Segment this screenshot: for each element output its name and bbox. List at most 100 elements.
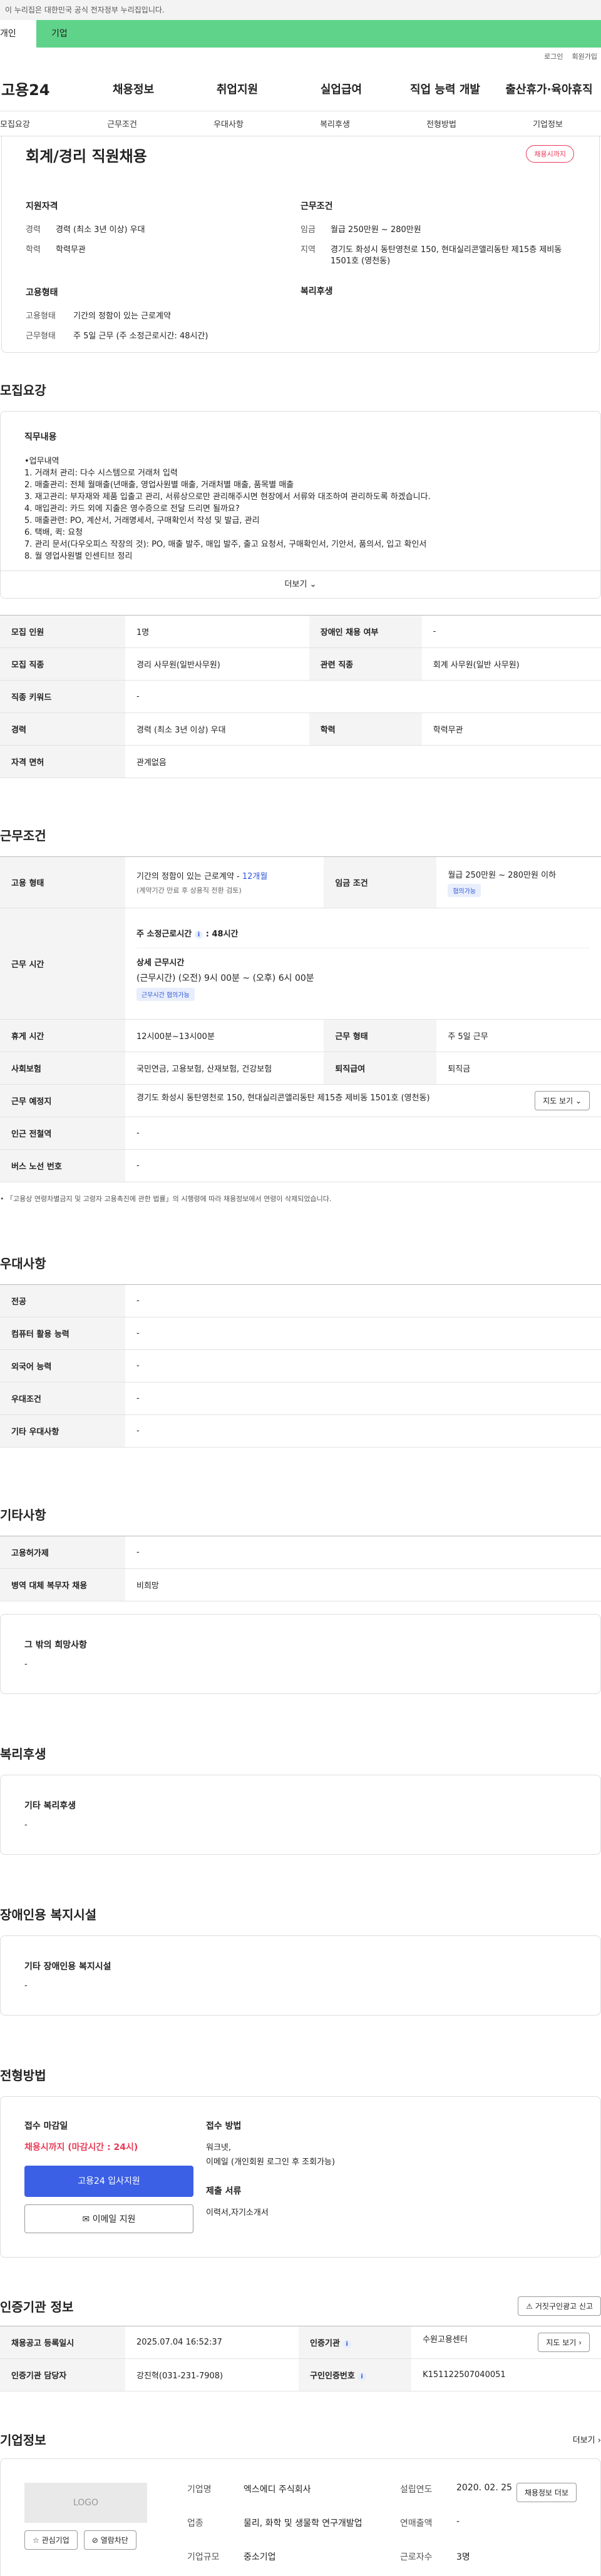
company-key: 업종 [187,2518,203,2528]
signup-link[interactable]: 회원가입 [572,53,597,61]
apply-online-button[interactable]: 고용24 입사지원 [24,2166,193,2197]
company-industry: 물리, 화학 및 생물학 연구개발업 [244,2518,362,2528]
row-value: 1명 [125,615,309,648]
table-row: 고용허가제 - [0,1536,601,1569]
subnav-recruit[interactable]: 모집요강 [0,118,69,129]
email-apply-label: 이메일 지원 [92,2214,136,2224]
company-more-link[interactable]: 더보기 › [573,2433,601,2445]
subnav-apply[interactable]: 전형방법 [388,118,495,129]
cert-key-label: 구인인증번호 [310,2371,355,2381]
row-value: 12시00분~13시00분 [125,1019,324,1052]
company-name: 엑스에디 주식회사 [244,2485,311,2495]
tab-company[interactable]: 기업 [36,20,83,48]
tab-personal[interactable]: 개인 [0,20,36,48]
apply-box: 접수 마감일 채용시까지 (마감시간 : 24시) 고용24 입사지원 ✉ 이메… [0,2096,601,2258]
cert-map-button[interactable]: 지도 보기 › [538,2333,590,2352]
company-logo: LOGO [24,2483,147,2523]
site-logo[interactable]: 고용24 [0,78,81,99]
row-value: - [421,615,601,648]
info-icon[interactable]: i [194,930,203,939]
row-value: 2025.07.04 16:52:37 [125,2326,299,2359]
company-key: 연매출액 [400,2518,433,2528]
subnav-work[interactable]: 근무조건 [69,118,175,129]
emp-months: 12개월 [242,872,268,881]
more-button[interactable]: 더보기 ⌄ [1,570,600,598]
status-badge: 채용시까지 [526,145,574,163]
row-key: 컴퓨터 활용 능력 [0,1317,125,1350]
row-key: 장애인 채용 여부 [309,615,422,648]
qual-value: 경력 (최소 3년 이상) 우대 [56,225,145,235]
table-row: 모집 직종 경리 사무원(일반사무원) 관련 직종 회계 사무원(일반 사무원) [0,647,601,681]
wage-value: 월급 250만원 ~ 280만원 이하 [448,870,557,880]
subnav-company[interactable]: 기업정보 [495,118,601,129]
row-key: 임금 조건 [324,856,437,908]
cond-heading: 근무조건 [300,201,333,211]
email-apply-button[interactable]: ✉ 이메일 지원 [24,2204,193,2233]
table-row: 전공 - [0,1284,601,1317]
subnav-pref[interactable]: 우대사항 [175,118,282,129]
detail-hours: (근무시간) (오전) 9시 00분 ~ (오후) 6시 00분 [136,973,314,983]
gnb-parental-leave[interactable]: 출산휴가·육아휴직 [497,81,601,97]
disabled-box: 기타 장애인용 복지시설 - [0,1935,601,2016]
row-value: - [125,1149,601,1182]
gnb-unemployment[interactable]: 실업급여 [289,81,393,97]
info-icon[interactable]: i [357,2373,366,2381]
row-key: 자격 면허 [0,745,125,778]
cond-value: 경기도 화성시 동탄영천로 150, 현대실리콘앨리동탄 제15층 제비동 15… [331,245,562,266]
global-nav: 고용24 채용정보 취업지원 실업급여 직업 능력 개발 출산휴가·육아휴직 [0,66,601,111]
gnb-training[interactable]: 직업 능력 개발 [393,81,497,97]
row-key: 인근 전철역 [0,1117,125,1150]
table-row: 근무 시간 주 소정근로시간 i : 48시간 상세 근무시간 (근무시간) (… [0,908,601,1020]
row-key: 모집 직종 [0,647,125,681]
block-company-button[interactable]: ⊘ 열람차단 [83,2530,136,2550]
hours-chip: 근무시간 협의가능 [136,987,195,1001]
row-key: 휴게 시간 [0,1019,125,1052]
row-value: - [125,1317,601,1350]
method-line: 이메일 (개인회원 로그인 후 조회가능) [206,2158,336,2167]
pref-table: 전공 - 컴퓨터 활용 능력 - 외국어 능력 - 우대조건 - 기타 우대사항 - [0,1284,601,1448]
row-key: 모집 인원 [0,615,125,648]
docs-value: 이력서,자기소개서 [206,2208,269,2218]
deadline-title: 접수 마감일 [24,2121,68,2131]
box-value: - [24,1981,28,1990]
duty-box: 직무내용 •업무내역 1. 거래처 관리: 다수 시스템으로 거래처 입력 2.… [0,411,601,599]
qual-key: 경력 [26,225,41,235]
row-key: 인증기관 담당자 [0,2358,125,2391]
map-button[interactable]: 지도 보기 ⌄ [535,1091,590,1110]
info-icon[interactable]: i [342,2340,351,2348]
job-summary: 회계/경리 직원채용 채용시까지 지원자격 경력 경력 (최소 3년 이상) 우대… [1,136,600,353]
row-value: - [125,1349,601,1382]
report-label: 거짓구인광고 신고 [535,2302,593,2311]
box-value: - [24,1660,28,1669]
block-label: 열람차단 [100,2536,128,2545]
row-value: 국민연금, 고용보험, 산재보험, 건강보험 [125,1052,324,1085]
row-key: 사회보험 [0,1052,125,1085]
company-key: 기업명 [187,2485,212,2495]
table-row: 직종 키워드 - [0,680,601,713]
work-table: 고용 형태 기간의 정함이 있는 근로계약 - 12개월 (계약기간 만료 후 상… [0,856,601,1182]
company-heading: 기업정보 [0,2433,46,2448]
qual-heading: 지원자격 [26,201,58,211]
row-key: 구인인증번호 i [299,2358,412,2391]
favorite-label: 관심기업 [41,2536,69,2545]
gnb-jobs[interactable]: 채용정보 [81,81,185,97]
favorite-company-button[interactable]: ☆ 관심기업 [24,2530,78,2550]
login-link[interactable]: 로그인 [544,53,563,61]
row-key: 버스 노선 번호 [0,1149,125,1182]
age-note-text: 「고용상 연령차별금지 및 고령자 고용촉진에 관한 법률」의 시행령에 따라 … [6,1195,332,1203]
row-value: 경력 (최소 3년 이상) 우대 [125,712,309,746]
row-value: 주 소정근로시간 i : 48시간 상세 근무시간 (근무시간) (오전) 9시… [125,908,601,1020]
welfare-heading: 복리후생 [300,287,333,297]
gnb-employment-support[interactable]: 취업지원 [185,81,289,97]
report-button[interactable]: ⚠ 거짓구인광고 신고 [518,2296,601,2316]
cert-agency: 수원고용센터 [423,2335,468,2345]
box-title: 기타 복리후생 [24,1801,76,1811]
row-value: 경리 사무원(일반사무원) [125,647,309,681]
company-jobs-button[interactable]: 채용정보 더보 [516,2483,577,2502]
report-icon: ⚠ [526,2302,533,2311]
subnav-welfare[interactable]: 복리후생 [282,118,388,129]
box-value: - [24,1820,28,1830]
table-row: 사회보험 국민연금, 고용보험, 산재보험, 건강보험 퇴직급여 퇴직금 [0,1052,601,1085]
row-key: 기타 우대사항 [0,1414,125,1448]
apply-heading: 전형방법 [0,2068,46,2083]
